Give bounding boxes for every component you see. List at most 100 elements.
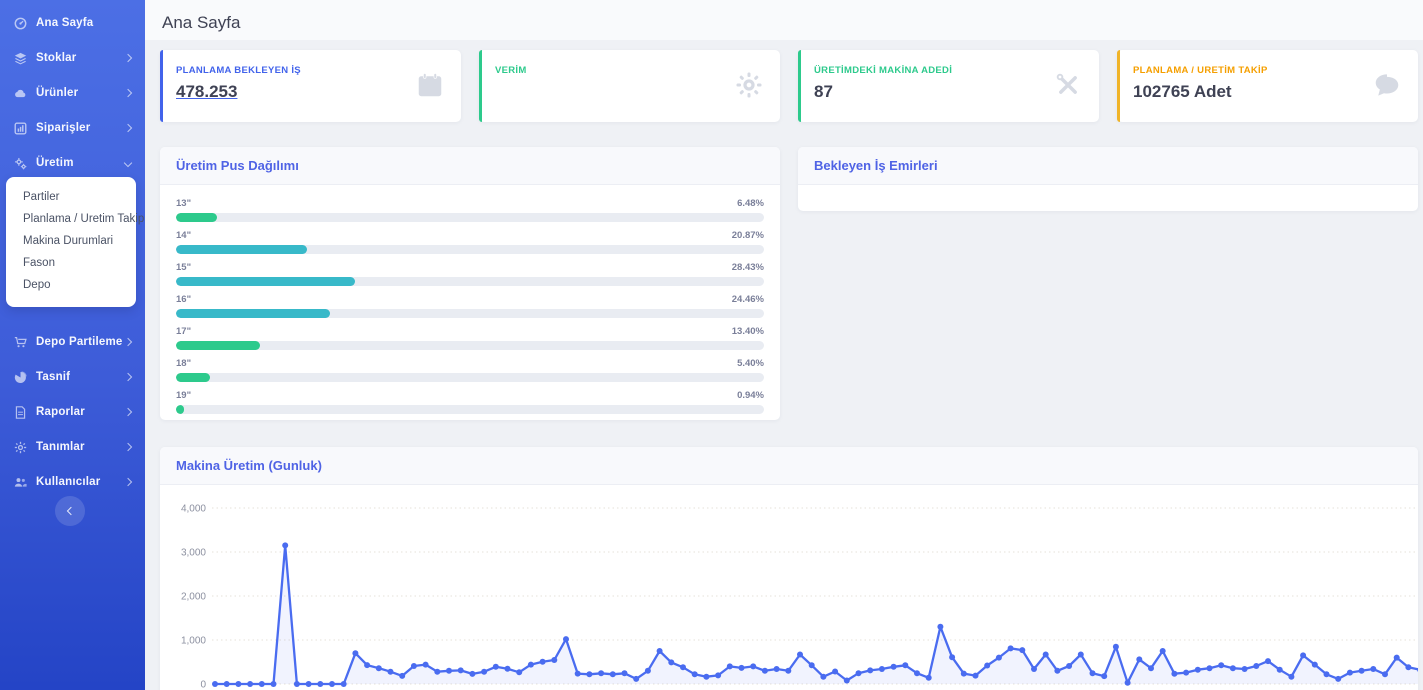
sidebar-item-urunler[interactable]: Ürünler: [0, 78, 145, 108]
sidebar-item-tasnif[interactable]: Tasnif: [0, 362, 145, 392]
bar-fill: [176, 341, 261, 350]
sidebar-item-label: Depo Partileme: [36, 336, 123, 348]
bar-value-label: 0.94%: [737, 390, 764, 401]
submenu-item-partiler[interactable]: Partiler: [6, 186, 136, 208]
topbar: [145, 0, 1423, 40]
card-uretimdeki-makina-adedi: ÜRETİMDEKİ MAKİNA ADEDİ 87: [798, 50, 1099, 122]
pallet-icon: [13, 335, 27, 349]
sidebar-item-label: Kullanıcılar: [36, 476, 101, 488]
bar-row: 19" 0.94%: [176, 390, 764, 414]
sidebar-item-label: Üretim: [36, 157, 74, 169]
sidebar-item-uretim[interactable]: Üretim: [0, 148, 145, 178]
bar-category-label: 18": [176, 358, 192, 369]
chat-icon: [1372, 70, 1402, 105]
panel-header: Bekleyen İş Emirleri: [798, 147, 1418, 185]
dashboard-icon: [13, 16, 27, 30]
settings-icon: [13, 440, 27, 454]
svg-text:2,000: 2,000: [181, 592, 206, 603]
card-label: ÜRETİMDEKİ MAKİNA ADEDİ: [814, 65, 953, 76]
bar-value-label: 24.46%: [731, 294, 764, 305]
chevron-right-icon: [123, 337, 133, 347]
sidebar-item-label: Raporlar: [36, 406, 85, 418]
chevron-left-icon: [66, 506, 76, 516]
stat-cards-row: PLANLAMA BEKLEYEN İŞ 478.253 VERİM ÜRETİ…: [160, 50, 1418, 122]
bar-track: [176, 341, 764, 350]
sidebar: Ana Sayfa Stoklar Ürünler Siparişler Üre…: [0, 0, 145, 690]
layers-icon: [13, 51, 27, 65]
bar-category-label: 13": [176, 198, 192, 209]
sidebar-item-depo-partileme[interactable]: Depo Partileme: [0, 327, 145, 357]
sidebar-collapse-button[interactable]: [55, 496, 85, 526]
bar-fill: [176, 213, 217, 222]
sidebar-item-siparisler[interactable]: Siparişler: [0, 113, 145, 143]
orders-icon: [13, 121, 27, 135]
sidebar-item-kullanicilar[interactable]: Kullanıcılar: [0, 467, 145, 497]
calendar-icon: [415, 70, 445, 105]
chevron-right-icon: [123, 372, 133, 382]
bar-value-label: 13.40%: [731, 326, 764, 337]
pus-bar-chart: 13" 6.48% 14" 20.87% 15" 28.43% 16" 24.46% 17" 13…: [160, 185, 780, 414]
sidebar-item-label: Siparişler: [36, 122, 91, 134]
bar-category-label: 17": [176, 326, 192, 337]
chevron-down-icon: [123, 158, 133, 168]
chevron-right-icon: [123, 53, 133, 63]
bar-track: [176, 309, 764, 318]
sidebar-item-tanimlar[interactable]: Tanımlar: [0, 432, 145, 462]
bar-category-label: 15": [176, 262, 192, 273]
bar-fill: [176, 277, 355, 286]
main-content: Ana Sayfa PLANLAMA BEKLEYEN İŞ 478.253 V…: [145, 0, 1423, 690]
page-title: Ana Sayfa: [162, 13, 241, 32]
submenu-item-makina-durumlari[interactable]: Makina Durumlari: [6, 230, 136, 252]
card-value-link[interactable]: 478.253: [176, 82, 447, 102]
pie-icon: [13, 370, 27, 384]
bar-value-label: 28.43%: [731, 262, 764, 273]
card-value: 87: [814, 82, 833, 101]
sidebar-item-raporlar[interactable]: Raporlar: [0, 397, 145, 427]
bar-fill: [176, 405, 185, 414]
bar-fill: [176, 309, 330, 318]
bar-track: [176, 277, 764, 286]
panel-header: Üretim Pus Dağılımı: [160, 147, 780, 185]
bar-row: 18" 5.40%: [176, 358, 764, 382]
bar-row: 15" 28.43%: [176, 262, 764, 286]
submenu-item-planlama-uretim-takip[interactable]: Planlama / Uretim Takip: [6, 208, 144, 230]
card-label: PLANLAMA / URETİM TAKİP: [1133, 65, 1268, 76]
svg-text:4,000: 4,000: [181, 504, 206, 515]
bar-row: 13" 6.48%: [176, 198, 764, 222]
bar-track: [176, 213, 764, 222]
submenu-item-fason[interactable]: Fason: [6, 252, 136, 274]
panel-uretim-pus-dagilimi: Üretim Pus Dağılımı 13" 6.48% 14" 20.87% 15"…: [160, 147, 780, 420]
panel-header: Makina Üretim (Gunluk): [160, 447, 1418, 485]
sidebar-item-ana-sayfa[interactable]: Ana Sayfa: [0, 8, 145, 38]
bar-value-label: 5.40%: [737, 358, 764, 369]
chevron-right-icon: [123, 477, 133, 487]
sidebar-item-label: Tasnif: [36, 371, 71, 383]
sidebar-item-stoklar[interactable]: Stoklar: [0, 43, 145, 73]
users-icon: [13, 475, 27, 489]
line-chart-svg: 0 1,000 2,000 3,000 4,000: [181, 504, 1418, 690]
bar-row: 17" 13.40%: [176, 326, 764, 350]
submenu-item-depo[interactable]: Depo: [6, 274, 136, 296]
bar-track: [176, 245, 764, 254]
sidebar-item-label: Tanımlar: [36, 441, 85, 453]
bar-value-label: 20.87%: [731, 230, 764, 241]
card-label: PLANLAMA BEKLEYEN İŞ: [176, 65, 301, 76]
panel-bekleyen-is-emirleri: Bekleyen İş Emirleri: [798, 147, 1418, 211]
tools-icon: [1053, 70, 1083, 105]
card-verim: VERİM: [479, 50, 780, 122]
bar-category-label: 19": [176, 390, 192, 401]
bar-category-label: 16": [176, 294, 192, 305]
card-value: 102765 Adet: [1133, 82, 1232, 101]
sidebar-item-label: Ürünler: [36, 87, 79, 99]
bar-category-label: 14": [176, 230, 192, 241]
bar-track: [176, 405, 764, 414]
bar-fill: [176, 373, 210, 382]
chevron-right-icon: [123, 442, 133, 452]
report-icon: [13, 405, 27, 419]
production-icon: [13, 156, 27, 170]
svg-text:1,000: 1,000: [181, 636, 206, 647]
card-planlama-uretim-takip: PLANLAMA / URETİM TAKİP 102765 Adet: [1117, 50, 1418, 122]
bar-track: [176, 373, 764, 382]
gear-icon: [734, 70, 764, 105]
sidebar-item-label: Ana Sayfa: [36, 17, 94, 29]
